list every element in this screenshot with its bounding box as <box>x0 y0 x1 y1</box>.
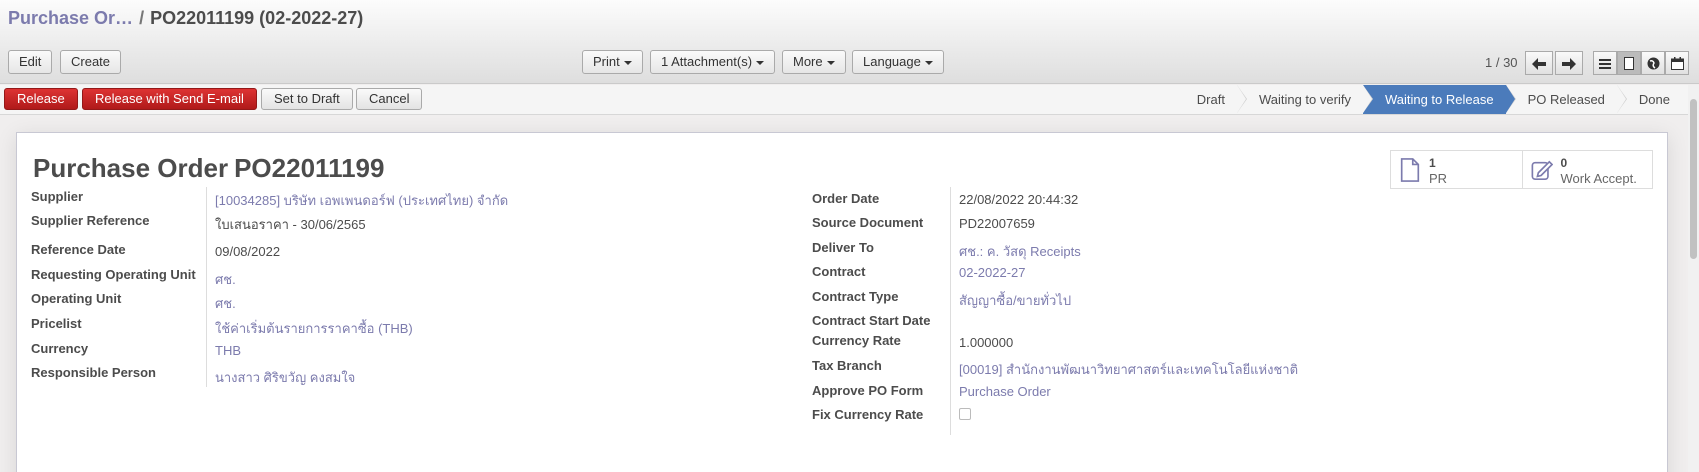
pricelist-value[interactable]: ใช้ค่าเริ่มต้นรายการราคาซื้อ (THB) <box>215 318 413 339</box>
deliver-to-value[interactable]: ศช.: ค. วัสดุ Receipts <box>959 241 1081 262</box>
operating-unit-label: Operating Unit <box>31 291 122 306</box>
contract-type-value[interactable]: สัญญาซื้อ/ขายทั่วไป <box>959 290 1071 311</box>
work-accept-smart-button[interactable]: 0 Work Accept. <box>1521 151 1653 188</box>
attachments-label: 1 Attachment(s) <box>661 54 753 69</box>
contract-type-label: Contract Type <box>812 289 899 304</box>
currency-rate-label: Currency Rate <box>812 333 901 348</box>
currency-label: Currency <box>31 341 89 356</box>
stage-po-released[interactable]: PO Released <box>1505 85 1628 114</box>
approve-po-form-label: Approve PO Form <box>812 383 924 398</box>
pricelist-label: Pricelist <box>31 316 82 331</box>
responsible-person-label: Responsible Person <box>31 365 156 380</box>
more-dropdown[interactable]: More <box>782 50 846 74</box>
release-send-email-button[interactable]: Release with Send E-mail <box>82 88 257 110</box>
currency-rate-value: 1.000000 <box>959 335 1014 350</box>
breadcrumb-separator: / <box>139 8 145 28</box>
document-icon <box>1400 158 1420 182</box>
pager-previous-button[interactable] <box>1525 51 1553 75</box>
order-date-value: 22/08/2022 20:44:32 <box>959 192 1079 207</box>
tax-branch-label: Tax Branch <box>812 358 882 373</box>
responsible-person-value[interactable]: นางสาว ศิริขวัญ คงสมใจ <box>215 367 355 388</box>
operating-unit-value[interactable]: ศช. <box>215 293 236 314</box>
supplier-label: Supplier <box>31 189 84 204</box>
reference-date-label: Reference Date <box>31 242 126 257</box>
contract-value[interactable]: 02-2022-27 <box>959 265 1026 280</box>
globe-icon <box>1647 57 1659 70</box>
reference-date-value: 09/08/2022 <box>215 244 281 259</box>
approve-po-form-value[interactable]: Purchase Order <box>959 384 1051 399</box>
supplier-reference-label: Supplier Reference <box>31 213 150 228</box>
right-column-divider <box>950 187 951 435</box>
source-document-value: PD22007659 <box>959 216 1035 231</box>
create-button[interactable]: Create <box>60 50 122 74</box>
calendar-view-button[interactable] <box>1665 51 1689 75</box>
list-view-button[interactable] <box>1593 51 1617 75</box>
attachments-dropdown[interactable]: 1 Attachment(s) <box>650 50 776 74</box>
scrollbar-thumb[interactable] <box>1690 99 1697 259</box>
caret-down-icon <box>623 60 632 65</box>
print-label: Print <box>593 54 620 69</box>
set-to-draft-button[interactable]: Set to Draft <box>261 88 353 110</box>
language-dropdown[interactable]: Language <box>852 50 944 74</box>
edit-button[interactable]: Edit <box>8 50 53 74</box>
supplier-value[interactable]: [10034285] บริษัท เอพเพนดอร์ฟ (ประเทศไทย… <box>215 190 508 211</box>
cancel-button[interactable]: Cancel <box>356 88 423 110</box>
smart-buttons: 1 PR 0 Work Accept. <box>1390 150 1653 189</box>
contract-label: Contract <box>812 264 866 279</box>
map-view-button[interactable] <box>1641 51 1665 75</box>
document-title: Purchase Order PO22011199 <box>33 153 384 184</box>
document-number: PO22011199 <box>234 153 385 183</box>
form-view-button[interactable] <box>1617 51 1641 75</box>
breadcrumb: Purchase Or… / PO22011199 (02-2022-27) <box>8 8 363 29</box>
currency-value[interactable]: THB <box>215 343 241 358</box>
document-title-label: Purchase Order <box>33 153 229 183</box>
pager-value[interactable]: 1 / 30 <box>1485 55 1518 70</box>
scrollbar[interactable] <box>1688 85 1699 472</box>
more-label: More <box>793 54 823 69</box>
print-dropdown[interactable]: Print <box>582 50 643 74</box>
tax-branch-value[interactable]: [00019] สำนักงานพัฒนาวิทยาศาสตร์และเทคโน… <box>959 359 1298 380</box>
requesting-operating-unit-value[interactable]: ศช. <box>215 269 236 290</box>
caret-down-icon <box>826 60 835 65</box>
pr-smart-button[interactable]: 1 PR <box>1391 151 1522 188</box>
arrow-right-icon <box>1562 58 1576 71</box>
contract-start-date-label: Contract Start Date <box>812 313 931 328</box>
stage-draft[interactable]: Draft <box>1182 85 1248 114</box>
order-date-label: Order Date <box>812 191 880 206</box>
source-document-label: Source Document <box>812 215 924 230</box>
list-icon <box>1599 58 1611 69</box>
edit-icon <box>1531 160 1553 180</box>
caret-down-icon <box>756 60 765 65</box>
statusbar: Release Release with Send E-mail Set to … <box>0 85 1690 115</box>
stage-waiting-to-verify[interactable]: Waiting to verify <box>1236 85 1373 114</box>
stage-waiting-to-release[interactable]: Waiting to Release <box>1362 85 1516 114</box>
form-sheet: Purchase Order PO22011199 1 PR 0 Work Acc… <box>16 132 1668 472</box>
caret-down-icon <box>924 60 933 65</box>
work-accept-count: 0 <box>1560 156 1568 170</box>
pr-count: 1 <box>1429 156 1436 170</box>
supplier-reference-value: ใบเสนอราคา - 30/06/2565 <box>215 217 366 232</box>
release-button[interactable]: Release <box>4 88 78 110</box>
form-icon <box>1624 57 1634 71</box>
control-panel: Purchase Or… / PO22011199 (02-2022-27) Edi… <box>0 0 1699 84</box>
breadcrumb-parent-link[interactable]: Purchase Or… <box>8 8 133 28</box>
left-column-divider <box>206 187 207 387</box>
pr-label: PR <box>1429 171 1448 186</box>
work-accept-label: Work Accept. <box>1560 171 1637 186</box>
deliver-to-label: Deliver To <box>812 240 874 255</box>
calendar-icon <box>1670 57 1684 71</box>
fix-currency-rate-label: Fix Currency Rate <box>812 407 924 422</box>
arrow-left-icon <box>1532 58 1546 71</box>
status-stages: Draft Waiting to verify Waiting to Relea… <box>1182 85 1682 114</box>
pager-next-button[interactable] <box>1555 51 1583 75</box>
breadcrumb-current: PO22011199 (02-2022-27) <box>150 8 364 28</box>
fix-currency-rate-checkbox[interactable] <box>959 408 971 420</box>
requesting-operating-unit-label: Requesting Operating Unit <box>31 267 196 282</box>
language-label: Language <box>863 54 921 69</box>
